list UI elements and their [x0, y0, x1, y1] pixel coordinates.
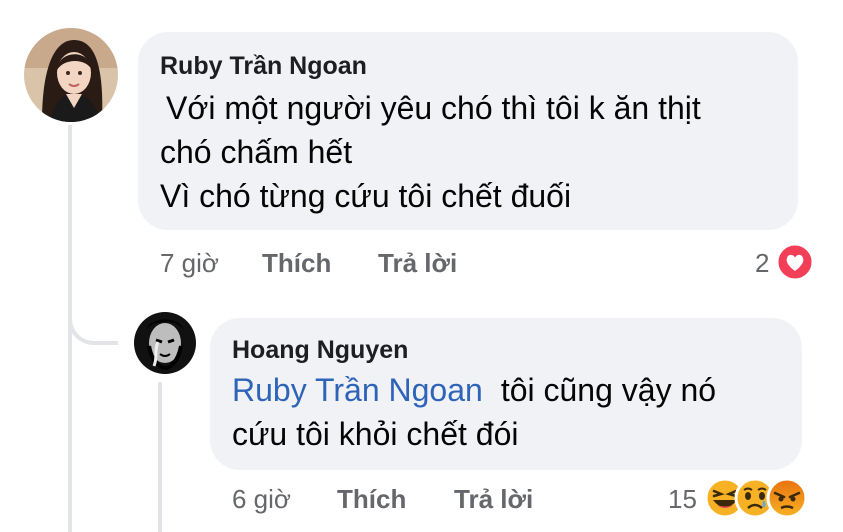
like-button[interactable]: Thích — [337, 484, 406, 515]
reply-text: Ruby Trần Ngoan tôi cũng vậy nó cứu tôi k… — [232, 368, 792, 456]
reply-button[interactable]: Trả lời — [378, 248, 457, 279]
reply-timestamp[interactable]: 6 giờ — [232, 484, 291, 515]
reply-thread-line — [158, 382, 162, 532]
heart-icon[interactable] — [775, 242, 815, 287]
comment-timestamp[interactable]: 7 giờ — [160, 248, 219, 279]
avatar[interactable] — [134, 312, 196, 374]
reply-connector — [68, 305, 118, 345]
profile-photo-icon — [24, 28, 118, 122]
reply-button[interactable]: Trả lời — [454, 484, 533, 515]
comment-line: Vì chó từng cứu tôi chết đuối — [160, 178, 572, 214]
profile-photo-icon — [134, 312, 196, 374]
reply-line: Ruby Trần Ngoan tôi cũng vậy nó — [232, 368, 792, 412]
reply-line: cứu tôi khỏi chết đói — [232, 416, 519, 452]
mention-link[interactable]: Ruby Trần Ngoan — [232, 372, 483, 408]
comment-author[interactable]: Ruby Trần Ngoan — [160, 52, 367, 81]
like-button[interactable]: Thích — [262, 248, 331, 279]
avatar[interactable] — [24, 28, 118, 122]
reaction-count[interactable]: 15 — [668, 484, 697, 515]
comment-text: Với một người yêu chó thì tôi k ăn thịt … — [160, 86, 790, 218]
comment-line: Với một người yêu chó thì tôi k ăn thịt — [166, 90, 701, 126]
comment-line: chó chấm hết — [160, 134, 353, 170]
reply-text-fragment: tôi cũng vậy nó — [500, 372, 717, 408]
angry-emoji-icon[interactable] — [766, 477, 808, 524]
reply-author[interactable]: Hoang Nguyen — [232, 336, 408, 365]
reaction-count[interactable]: 2 — [755, 248, 769, 279]
